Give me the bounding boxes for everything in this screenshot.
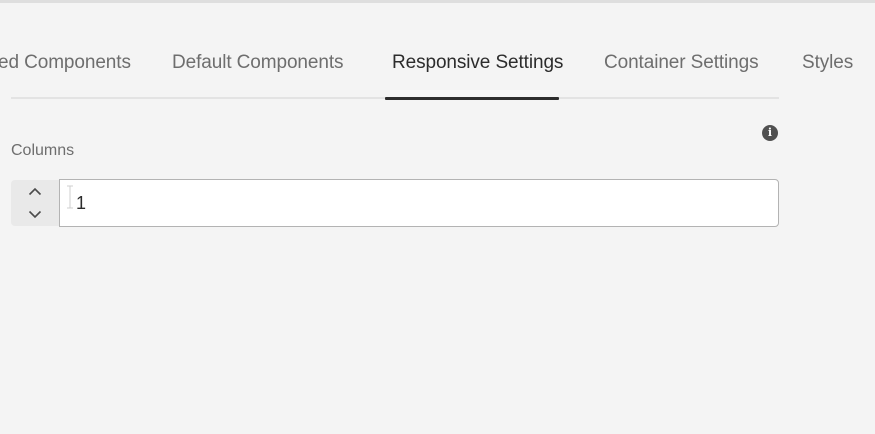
tab-container-settings[interactable]: Container Settings — [604, 52, 759, 74]
stepper-decrement-button[interactable] — [11, 203, 59, 226]
chevron-up-icon — [28, 187, 42, 196]
columns-stepper — [11, 180, 59, 226]
tab-default-components[interactable]: Default Components — [172, 52, 344, 74]
stepper-increment-button[interactable] — [11, 180, 59, 203]
tab-responsive-settings[interactable]: Responsive Settings — [392, 52, 563, 74]
columns-label: Columns — [11, 142, 75, 159]
tab-styles[interactable]: Styles — [802, 52, 853, 74]
tab-allowed-components[interactable]: ed Components — [0, 52, 131, 74]
tab-bar: ed Components Default Components Respons… — [0, 40, 875, 100]
selected-tab-indicator — [385, 97, 559, 100]
columns-input[interactable]: 1 — [59, 179, 779, 227]
top-border — [0, 0, 875, 3]
chevron-down-icon — [28, 210, 42, 219]
info-icon[interactable]: i — [762, 125, 778, 141]
